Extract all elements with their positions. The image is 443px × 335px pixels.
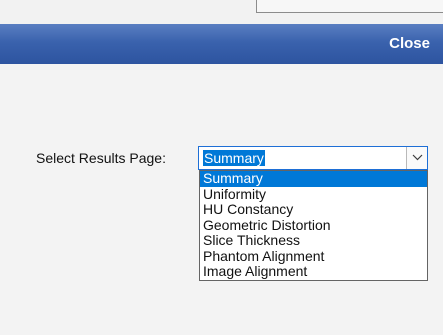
option-geometric-distortion[interactable]: Geometric Distortion: [200, 217, 427, 234]
results-page-select[interactable]: Summary: [198, 146, 428, 170]
results-page-window: Close Select Results Page: Summary Summa…: [0, 0, 443, 335]
dropdown-arrow-button[interactable]: [406, 147, 427, 169]
option-phantom-alignment[interactable]: Phantom Alignment: [200, 248, 427, 265]
option-slice-thickness[interactable]: Slice Thickness: [200, 232, 427, 249]
option-uniformity[interactable]: Uniformity: [200, 186, 427, 203]
select-results-page-label: Select Results Page:: [36, 150, 166, 166]
top-panel-edge: [256, 0, 443, 13]
option-hu-constancy[interactable]: HU Constancy: [200, 201, 427, 218]
results-page-options-list: Summary Uniformity HU Constancy Geometri…: [199, 170, 428, 281]
option-image-alignment[interactable]: Image Alignment: [200, 263, 427, 280]
select-current-value: Summary: [203, 150, 265, 166]
option-summary[interactable]: Summary: [200, 170, 427, 187]
close-button[interactable]: Close: [363, 24, 443, 64]
chevron-down-icon: [412, 154, 423, 161]
